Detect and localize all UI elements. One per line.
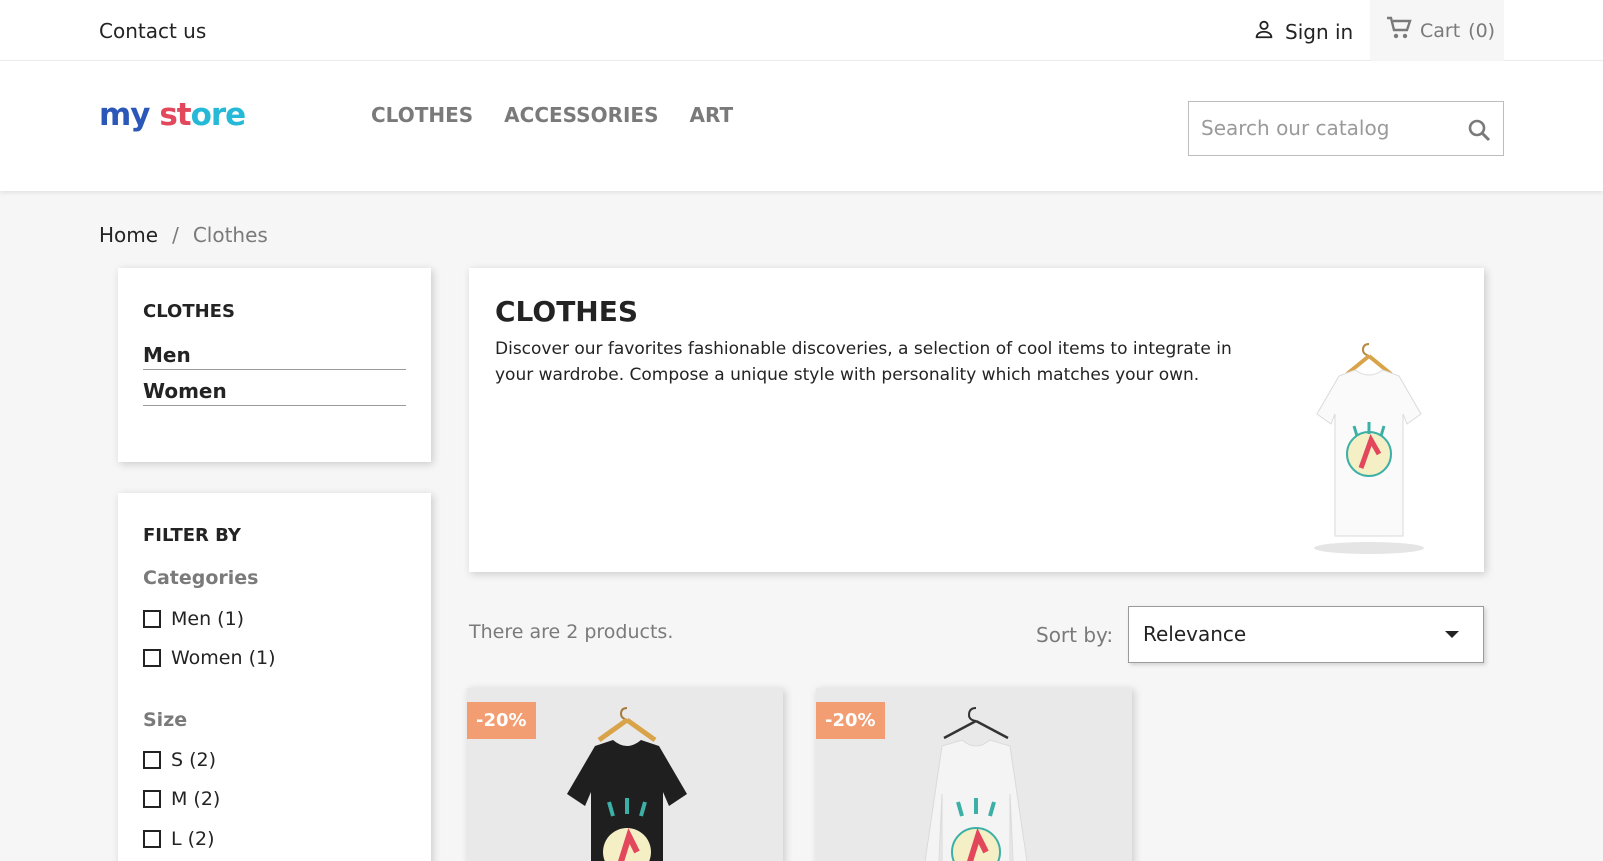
category-tree: CLOTHES Men Women xyxy=(118,268,431,462)
product-count: There are 2 products. xyxy=(469,621,674,643)
category-link-women[interactable]: Women xyxy=(143,379,406,406)
breadcrumb-separator: / xyxy=(172,223,179,247)
search-icon[interactable] xyxy=(1467,118,1491,146)
facet-option-label: L (2) xyxy=(171,828,215,850)
checkbox[interactable] xyxy=(143,790,161,808)
facet-title-categories: Categories xyxy=(143,567,259,589)
product-card[interactable]: -20% xyxy=(816,688,1132,861)
facet-option[interactable]: Men (1) xyxy=(143,608,244,630)
menu-item-clothes[interactable]: CLOTHES xyxy=(371,103,473,127)
sort-label: Sort by: xyxy=(1036,623,1114,647)
caret-down-icon xyxy=(1445,631,1459,638)
cart-label: Cart xyxy=(1420,19,1461,42)
category-image xyxy=(1299,336,1439,556)
cart-button[interactable]: Cart (0) xyxy=(1370,0,1504,61)
facet-option-label: S (2) xyxy=(171,749,217,771)
cart-count: (0) xyxy=(1468,19,1496,42)
checkbox[interactable] xyxy=(143,830,161,848)
category-tree-title[interactable]: CLOTHES xyxy=(143,301,235,322)
product-card[interactable]: -20% xyxy=(467,688,783,861)
facet-option-label: Women (1) xyxy=(171,647,276,669)
facet-option-label: Men (1) xyxy=(171,608,245,630)
facet-option[interactable]: S (2) xyxy=(143,749,216,771)
user-icon xyxy=(1253,18,1275,45)
sort-dropdown[interactable]: Relevance xyxy=(1128,606,1484,663)
main-header: my store CLOTHES ACCESSORIES ART xyxy=(0,61,1603,191)
facet-option-label: M (2) xyxy=(171,788,221,810)
product-image[interactable] xyxy=(537,702,717,861)
menu-item-art[interactable]: ART xyxy=(690,103,734,127)
sign-in-label: Sign in xyxy=(1285,19,1354,44)
category-title: CLOTHES xyxy=(495,295,639,328)
breadcrumb-current: Clothes xyxy=(192,223,268,247)
facet-option[interactable]: Women (1) xyxy=(143,647,276,669)
product-image[interactable] xyxy=(886,702,1066,861)
breadcrumb-home[interactable]: Home xyxy=(99,223,158,247)
discount-badge: -20% xyxy=(816,702,885,739)
filter-panel: FILTER BY Categories Men (1) Women (1) S… xyxy=(118,493,431,861)
search-box xyxy=(1188,101,1504,156)
contact-us-link[interactable]: Contact us xyxy=(99,19,206,43)
search-input[interactable] xyxy=(1201,114,1451,142)
checkbox[interactable] xyxy=(143,649,161,667)
sort-selected-value: Relevance xyxy=(1143,622,1247,646)
main-menu: CLOTHES ACCESSORIES ART xyxy=(371,103,733,127)
cart-icon xyxy=(1386,16,1412,45)
sign-in-link[interactable]: Sign in xyxy=(1253,18,1353,45)
facet-title-size: Size xyxy=(143,709,188,731)
top-nav: Contact us Sign in Cart (0) xyxy=(0,0,1603,61)
category-description: Discover our favorites fashionable disco… xyxy=(495,339,1232,385)
store-logo[interactable]: my store xyxy=(99,97,246,133)
breadcrumb: Home / Clothes xyxy=(99,223,268,247)
checkbox[interactable] xyxy=(143,751,161,769)
category-link-men[interactable]: Men xyxy=(143,343,406,370)
category-header: CLOTHES Discover our favorites fashionab… xyxy=(469,268,1484,572)
facet-option[interactable]: M (2) xyxy=(143,788,220,810)
checkbox[interactable] xyxy=(143,610,161,628)
menu-item-accessories[interactable]: ACCESSORIES xyxy=(504,103,658,127)
discount-badge: -20% xyxy=(467,702,536,739)
facet-option[interactable]: L (2) xyxy=(143,828,215,850)
filter-title: FILTER BY xyxy=(143,525,241,546)
